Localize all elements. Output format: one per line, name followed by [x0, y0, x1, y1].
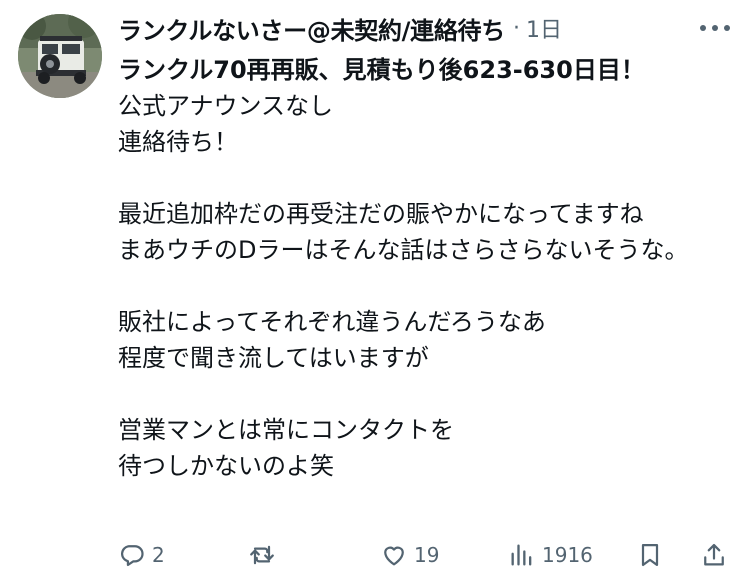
- separator-dot: ·: [512, 15, 520, 41]
- tweet-line: 連絡待ち！: [118, 128, 238, 156]
- tweet-line: 販社によってそれぞれ違うんだろうなあ: [118, 308, 546, 336]
- views-icon: [511, 544, 532, 566]
- timestamp[interactable]: 1日: [526, 12, 562, 44]
- action-bar: 2 19 1916: [118, 535, 738, 575]
- retweet-button[interactable]: [248, 535, 282, 575]
- tweet-line-break: [118, 268, 738, 304]
- avatar[interactable]: [18, 14, 102, 98]
- share-button[interactable]: [700, 535, 728, 575]
- share-icon: [704, 543, 724, 566]
- tweet-line: 程度で聞き流してはいますが: [118, 344, 429, 372]
- tweet-text: ランクル70再再販、見積もり後623-630日目！ 公式アナウンスなし 連絡待ち…: [118, 52, 738, 484]
- tweet-line: 最近追加枠だの再受注だの賑やかになってますね: [118, 200, 644, 228]
- more-button[interactable]: [698, 14, 732, 42]
- display-name[interactable]: ランクルないさー@未契約/連絡待ち: [118, 11, 505, 46]
- tweet-header: ランクルないさー@未契約/連絡待ち · 1日: [118, 10, 562, 46]
- bookmark-button[interactable]: [636, 535, 664, 575]
- reply-button[interactable]: 2: [118, 535, 165, 575]
- tweet-line: 営業マンとは常にコンタクトを: [118, 416, 454, 444]
- tweet-line-break: [118, 376, 738, 412]
- tweet-line: 待つしかないのよ笑: [118, 452, 334, 480]
- views-count: 1916: [542, 543, 593, 567]
- tweet-line: まあウチのDラーはそんな話はさらさらないそうな。: [118, 236, 689, 264]
- views-button[interactable]: 1916: [508, 535, 593, 575]
- avatar-image: [18, 14, 102, 98]
- tweet-line: 公式アナウンスなし: [118, 92, 334, 120]
- reply-count: 2: [152, 543, 165, 567]
- tweet-line-break: [118, 160, 738, 196]
- like-button[interactable]: 19: [380, 535, 439, 575]
- reply-icon: [121, 545, 144, 567]
- more-icon: [700, 25, 730, 31]
- heart-icon: [384, 546, 404, 566]
- like-count: 19: [414, 543, 440, 567]
- bookmark-icon: [641, 543, 659, 567]
- tweet: ランクルないさー@未契約/連絡待ち · 1日 ランクル70再再販、見積もり後62…: [0, 0, 750, 585]
- retweet-icon: [250, 545, 274, 565]
- tweet-line: ランクル70再再販、見積もり後623-630日目！: [118, 56, 645, 84]
